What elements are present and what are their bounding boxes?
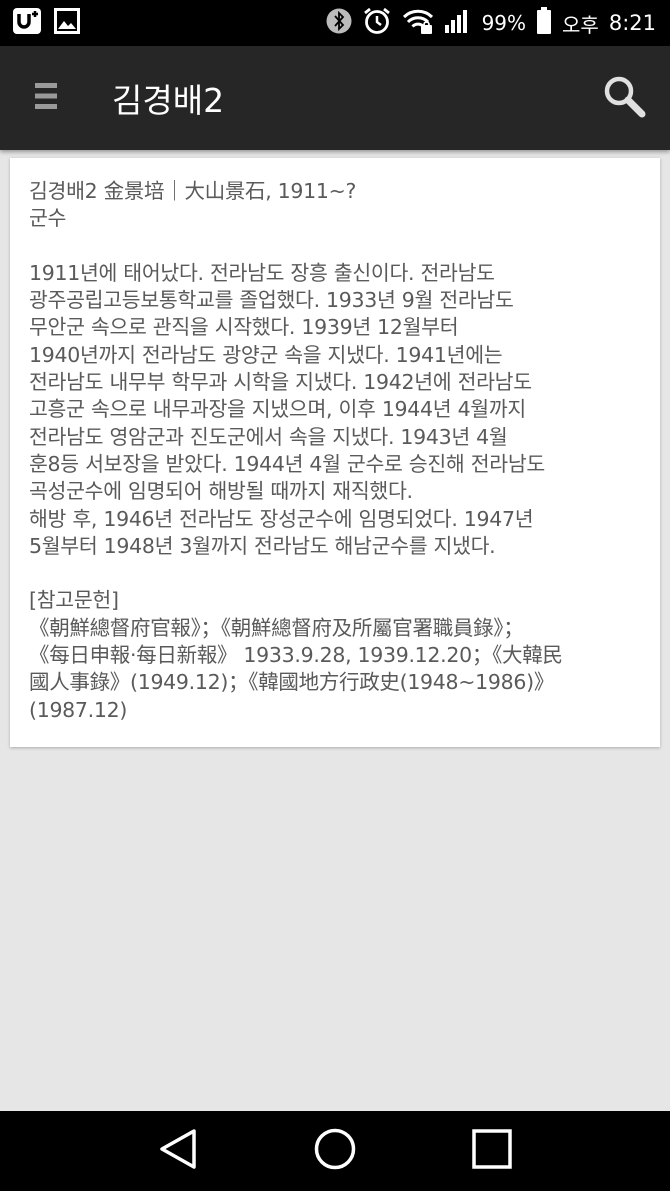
wifi-icon (402, 8, 434, 39)
menu-button[interactable] (28, 80, 64, 116)
menu-icon (35, 81, 57, 115)
gallery-icon (54, 8, 80, 38)
article-role: 군수 (29, 206, 67, 231)
app-bar: 김경배2 (0, 46, 670, 150)
body-line: 해방 후, 1946년 전라남도 장성군수에 임명되었다. 1947년 (29, 506, 534, 531)
recents-icon (470, 1127, 514, 1175)
body-line: 5월부터 1948년 3월까지 전라남도 해남군수를 지냈다. (29, 533, 496, 558)
home-button[interactable] (305, 1121, 365, 1181)
body-line: 곡성군수에 임명되어 해방될 때까지 재직했다. (29, 479, 413, 504)
status-left (12, 7, 80, 39)
article-card: 김경배2 金景培｜大山景石, 1911~? 군수 1911년에 태어났다. 전라… (10, 158, 660, 747)
search-button[interactable] (600, 74, 648, 122)
bluetooth-icon (326, 8, 352, 39)
body-line: 광주공립고등보통학교를 졸업했다. 1933년 9월 전라남도 (29, 288, 514, 313)
battery-icon (536, 6, 552, 40)
signal-icon (444, 8, 472, 39)
screen: 99% 오후 8:21 김경배2 김경배2 金景培｜大山景石, 1911~? 군… (0, 0, 670, 1191)
body-line: 무안군 속으로 관직을 시작했다. 1939년 12월부터 (29, 315, 459, 340)
body-line: 훈8등 서보장을 받았다. 1944년 4월 군수로 승진해 전라남도 (29, 451, 545, 476)
body-line: 고흥군 속으로 내무과장을 지냈으며, 이후 1944년 4월까지 (29, 397, 526, 422)
page-title: 김경배2 (112, 81, 225, 120)
body-line: 전라남도 영암군과 진도군에서 속을 지냈다. 1943년 4월 (29, 424, 508, 449)
reference-line: 國人事錄》(1949.12)；《韓國地方行政史(1948~1986)》 (29, 670, 555, 695)
body-line: 1911년에 태어났다. 전라남도 장흥 출신이다. 전라남도 (29, 260, 495, 285)
navigation-bar (0, 1111, 670, 1191)
article-heading: 김경배2 金景培｜大山景石, 1911~? (29, 179, 357, 203)
u-plus-icon (12, 7, 42, 39)
reference-line: 《每日申報·每日新報》 1933.9.28, 1939.12.20；《大韓民 (29, 643, 563, 668)
search-icon (602, 74, 646, 122)
home-icon (313, 1127, 357, 1175)
body-line: 1940년까지 전라남도 광양군 속을 지냈다. 1941년에는 (29, 342, 503, 367)
reference-line: (1987.12) (29, 697, 128, 722)
recents-button[interactable] (462, 1121, 522, 1181)
back-button[interactable] (148, 1121, 208, 1181)
battery-percent: 99% (481, 11, 527, 35)
status-time: 8:21 (608, 11, 656, 35)
status-ampm: 오후 (562, 12, 599, 37)
back-icon (158, 1127, 198, 1175)
body-line: 전라남도 내무부 학무과 시학을 지냈다. 1942년에 전라남도 (29, 370, 532, 395)
status-right: 99% 오후 8:21 (326, 6, 656, 41)
references-title: [참고문헌] (29, 588, 119, 613)
reference-line: 《朝鮮總督府官報》；《朝鮮總督府及所屬官署職員錄》； (29, 615, 524, 640)
alarm-icon (362, 6, 392, 41)
status-bar: 99% 오후 8:21 (0, 0, 670, 46)
